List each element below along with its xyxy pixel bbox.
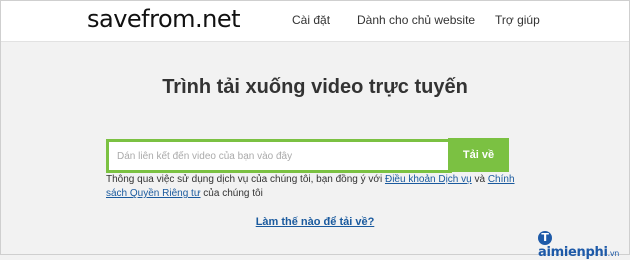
- terms-notice: Thông qua việc sử dụng dịch vụ của chúng…: [106, 173, 526, 201]
- watermark-initial: T: [538, 231, 552, 245]
- page-title: Trình tải xuống video trực tuyến: [162, 76, 468, 98]
- nav-install[interactable]: Cài đặt: [292, 13, 330, 27]
- video-url-input[interactable]: [106, 139, 452, 173]
- watermark-tld: .vn: [607, 249, 620, 258]
- watermark-logo: Taimienphi.vn: [538, 230, 630, 260]
- how-to-download-link[interactable]: Làm thế nào để tải về?: [256, 216, 375, 228]
- terms-of-service-link[interactable]: Điều khoản Dịch vụ: [385, 174, 472, 185]
- terms-and: và: [471, 174, 488, 185]
- site-header: savefrom.net Cài đặt Dành cho chủ websit…: [1, 1, 629, 42]
- site-logo[interactable]: savefrom.net: [87, 5, 241, 33]
- nav-webmasters[interactable]: Dành cho chủ website: [357, 13, 475, 27]
- terms-suffix: của chúng tôi: [200, 188, 263, 199]
- watermark-brand: aimienphi: [538, 245, 608, 260]
- howto-section: Làm thế nào để tải về?: [0, 216, 630, 228]
- nav-help[interactable]: Trợ giúp: [495, 13, 540, 27]
- download-button[interactable]: Tải về: [448, 138, 509, 172]
- terms-prefix: Thông qua việc sử dụng dịch vụ của chúng…: [106, 174, 385, 185]
